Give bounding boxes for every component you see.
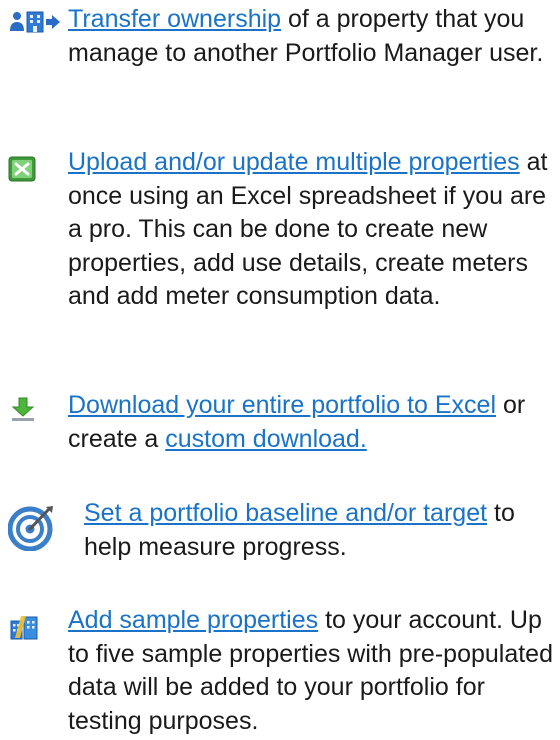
portfolio-baseline-link[interactable]: Set a portfolio baseline and/or target: [84, 499, 487, 527]
sample-properties-icon: [10, 614, 40, 650]
custom-download-link[interactable]: custom download.: [165, 425, 367, 453]
upload-properties-link[interactable]: Upload and/or update multiple properties: [68, 148, 520, 176]
download-arrow-icon: [10, 397, 36, 433]
upload-properties-text: Upload and/or update multiple properties…: [68, 146, 554, 314]
building-transfer-icon: [10, 9, 64, 43]
sample-properties-link[interactable]: Add sample properties: [68, 606, 318, 634]
download-portfolio-text: Download your entire portfolio to Excel …: [68, 389, 554, 456]
portfolio-baseline-text: Set a portfolio baseline and/or target t…: [84, 497, 554, 564]
target-icon: [7, 503, 56, 561]
sample-properties-text: Add sample properties to your account. U…: [68, 604, 554, 738]
transfer-ownership-link[interactable]: Transfer ownership: [68, 5, 281, 33]
download-portfolio-link[interactable]: Download your entire portfolio to Excel: [68, 391, 496, 419]
transfer-ownership-text: Transfer ownership of a property that yo…: [68, 3, 554, 70]
excel-icon: [8, 156, 36, 192]
